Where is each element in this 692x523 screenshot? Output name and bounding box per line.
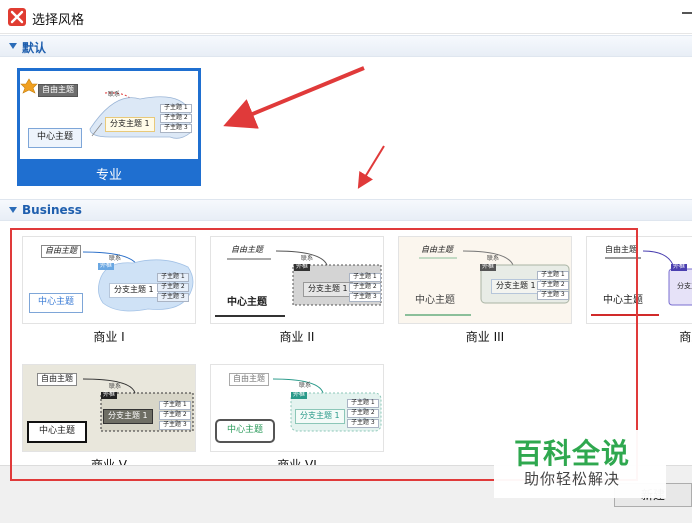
subtopic-node: 子主题 1: [160, 104, 192, 113]
relation-label: 联系: [109, 383, 122, 390]
branch-topic-node: 分支主题 1: [109, 283, 159, 298]
template-card-professional[interactable]: 自由主题 联系 中心主题 分支主题 1 子主题 1 子主题 2 子主题 3 专业: [17, 68, 201, 186]
watermark-subtitle: 助你轻松解决: [524, 470, 621, 488]
subtopic-node: 子主题 2: [537, 281, 569, 290]
free-topic-node: 自由主题: [605, 245, 637, 254]
outside-label: 外框: [291, 391, 308, 399]
branch-topic-node: 分支主题 1: [103, 409, 153, 424]
subtopic-node: 子主题 3: [349, 293, 381, 302]
subtopic-node: 子主题 1: [349, 273, 381, 282]
section-label: 默认: [22, 41, 47, 55]
subtopic-node: 子主题 3: [160, 124, 192, 133]
relation-label: 联系: [109, 255, 122, 262]
subtopic-node: 子主题 2: [159, 411, 191, 420]
xmind-logo-icon: [8, 8, 26, 26]
free-topic-node: 自由主题: [229, 373, 269, 386]
template-name: 商业 II: [279, 330, 315, 344]
relation-label: 联系: [487, 255, 500, 262]
template-card-business-4[interactable]: 自由主题 外框 中心主题 分支主题 1 商业 IV: [586, 236, 692, 348]
window-titlebar: 选择风格: [0, 0, 692, 34]
center-topic-node: 中心主题: [29, 293, 84, 313]
watermark: 百科全说 助你轻松解决: [494, 430, 666, 498]
center-topic-node: 中心主题: [227, 297, 267, 308]
subtopic-node: 子主题 3: [157, 293, 189, 302]
branch-topic-node: 分支主题 1: [677, 282, 692, 290]
template-name: 商业 I: [93, 330, 125, 344]
subtopic-node: 子主题 3: [159, 421, 191, 430]
template-card-business-3[interactable]: 自由主题 联系 外框 中心主题 分支主题 1 子主题 1 子主题 2 子主题 3…: [398, 236, 572, 348]
branch-topic-node: 分支主题 1: [303, 282, 353, 297]
free-topic-node: 自由主题: [41, 245, 81, 258]
minimize-icon[interactable]: [682, 12, 692, 14]
subtopic-node: 子主题 3: [347, 419, 379, 428]
subtopic-node: 子主题 1: [537, 271, 569, 280]
template-thumbnail: 自由主题 联系 外框 中心主题 分支主题 1 子主题 1 子主题 2 子主题 3: [22, 236, 196, 324]
template-thumbnail: 自由主题 联系 外框 中心主题 分支主题 1 子主题 1 子主题 2 子主题 3: [398, 236, 572, 324]
center-topic-node: 中心主题: [415, 295, 455, 306]
template-card-business-2[interactable]: 自由主题 联系 外框 中心主题 分支主题 1 子主题 1 子主题 2 子主题 3…: [210, 236, 384, 348]
free-topic-node: 自由主题: [421, 245, 453, 254]
relation-label: 联系: [108, 91, 121, 98]
arrow-to-default-template: [223, 66, 365, 129]
template-name: 商业 III: [465, 330, 505, 344]
template-name: 商业 IV: [679, 330, 692, 344]
center-topic-node: 中心主题: [27, 421, 88, 443]
free-topic-node: 自由主题: [37, 373, 77, 386]
relation-label: 联系: [301, 255, 314, 262]
template-thumbnail: 自由主题 联系 中心主题 分支主题 1 子主题 1 子主题 2 子主题 3: [20, 71, 198, 159]
subtopic-node: 子主题 2: [160, 114, 192, 123]
section-label: Business: [22, 203, 82, 217]
outside-label: 外框: [101, 391, 118, 399]
template-card-business-5[interactable]: 自由主题 联系 外框 中心主题 分支主题 1 子主题 1 子主题 2 子主题 3…: [22, 364, 196, 476]
free-topic-node: 自由主题: [38, 84, 78, 97]
outside-label: 外框: [671, 263, 688, 271]
template-thumbnail: 自由主题 联系 外框 中心主题 分支主题 1 子主题 1 子主题 2 子主题 3: [210, 364, 384, 452]
template-name: 专业: [95, 168, 122, 183]
free-topic-node: 自由主题: [231, 245, 263, 254]
window-title: 选择风格: [32, 13, 85, 28]
template-card-business-1[interactable]: 自由主题 联系 外框 中心主题 分支主题 1 子主题 1 子主题 2 子主题 3…: [22, 236, 196, 348]
outside-label: 外框: [294, 263, 311, 271]
center-topic-node: 中心主题: [28, 128, 83, 148]
subtopic-node: 子主题 2: [349, 283, 381, 292]
template-thumbnail: 自由主题 联系 外框 中心主题 分支主题 1 子主题 1 子主题 2 子主题 3: [22, 364, 196, 452]
subtopic-node: 子主题 1: [347, 399, 379, 408]
center-topic-node: 中心主题: [603, 295, 643, 306]
outside-label: 外框: [98, 262, 115, 270]
template-thumbnail: 自由主题 联系 外框 中心主题 分支主题 1 子主题 1 子主题 2 子主题 3: [210, 236, 384, 324]
collapse-triangle-icon[interactable]: [9, 43, 17, 49]
template-thumbnail: 自由主题 外框 中心主题 分支主题 1: [586, 236, 692, 324]
subtopic-node: 子主题 1: [159, 401, 191, 410]
outside-label: 外框: [480, 263, 497, 271]
subtopic-node: 子主题 2: [347, 409, 379, 418]
branch-topic-node: 分支主题 1: [491, 279, 541, 294]
section-header-business[interactable]: Business: [0, 199, 692, 221]
section-header-default[interactable]: 默认: [0, 35, 692, 57]
collapse-triangle-icon[interactable]: [9, 207, 17, 213]
watermark-title: 百科全说: [514, 437, 631, 470]
branch-topic-node: 分支主题 1: [295, 409, 345, 424]
subtopic-node: 子主题 3: [537, 291, 569, 300]
relation-label: 联系: [299, 382, 312, 389]
subtopic-node: 子主题 1: [157, 273, 189, 282]
template-card-business-6[interactable]: 自由主题 联系 外框 中心主题 分支主题 1 子主题 1 子主题 2 子主题 3…: [210, 364, 384, 476]
center-topic-node: 中心主题: [215, 419, 276, 443]
branch-topic-node: 分支主题 1: [105, 117, 155, 132]
arrow-to-business-section: [357, 145, 385, 189]
subtopic-node: 子主题 2: [157, 283, 189, 292]
